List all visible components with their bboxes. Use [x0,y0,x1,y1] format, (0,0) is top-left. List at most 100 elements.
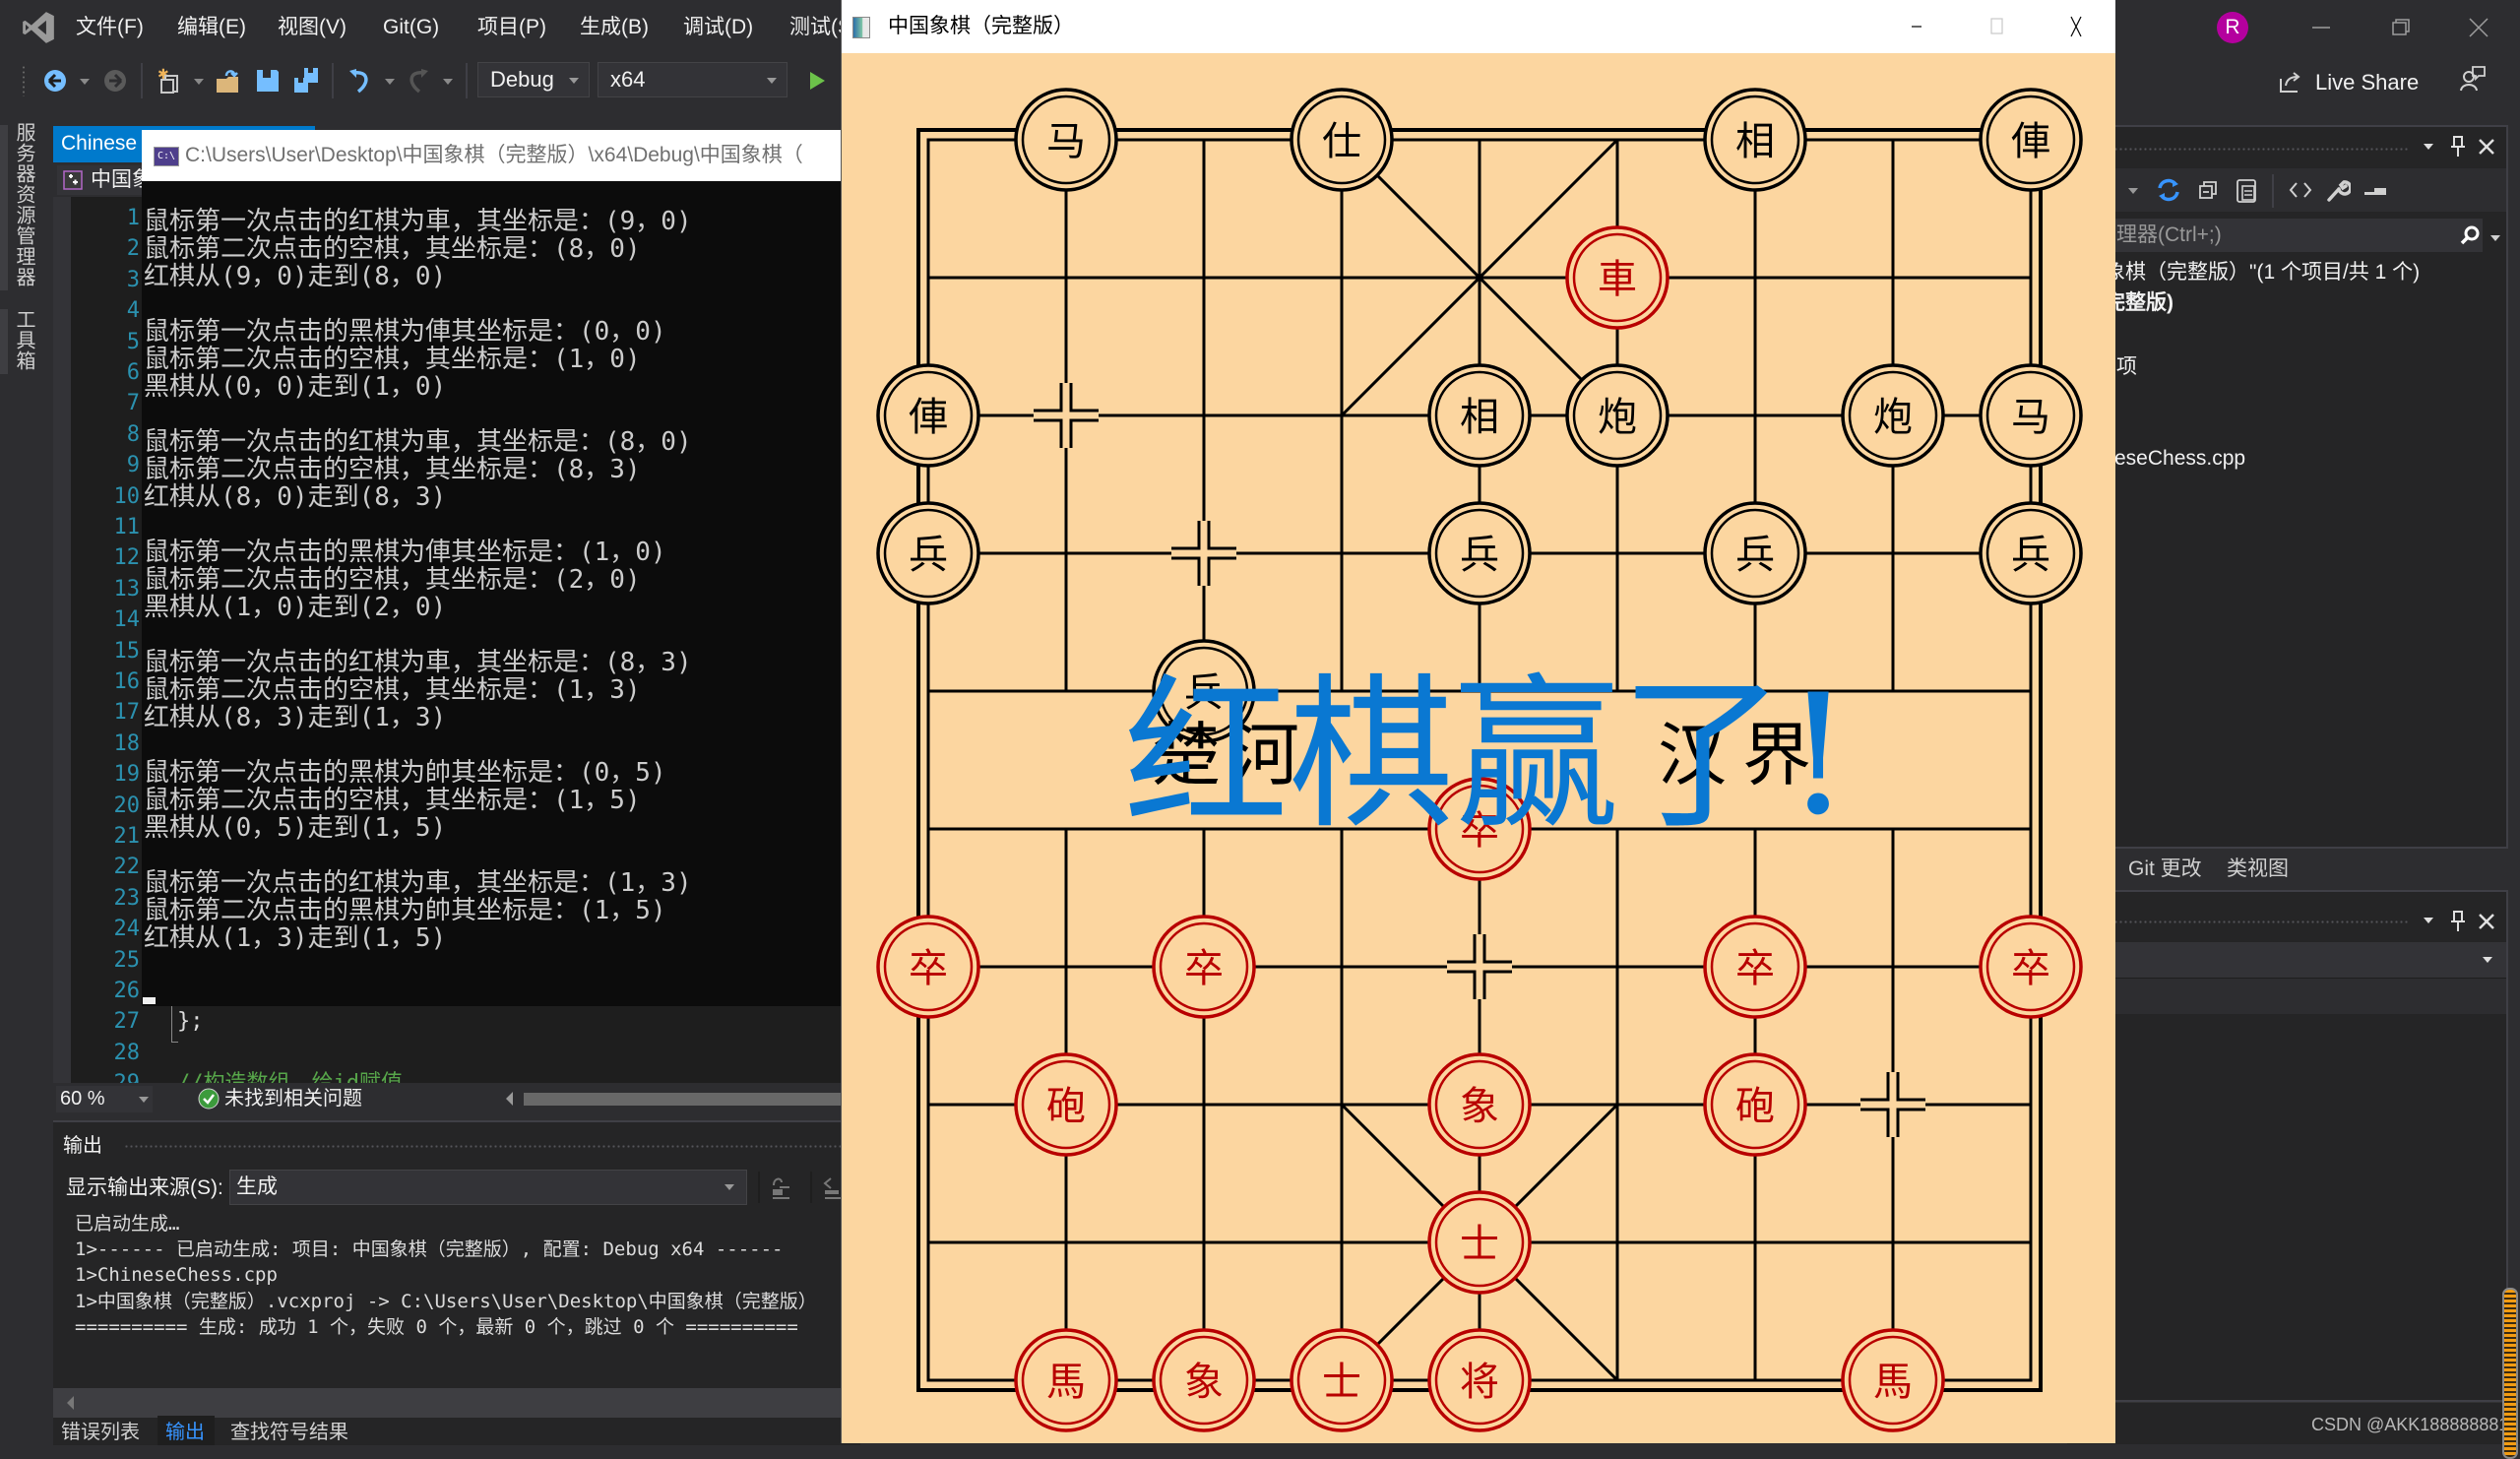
side-tab-server-explorer[interactable]: 服务器资源管理器 [10,122,38,287]
console-output[interactable]: 鼠标第一次点击的红棋为車，其坐标是：(9，0) 鼠标第二次点击的空棋，其坐标是：(… [142,181,890,1006]
chess-board[interactable]: 马仕相俥俥相炮炮马兵兵兵兵兵車卒卒卒卒卒砲象砲士馬象士将馬楚河汉界红棋赢了! [842,53,2115,1443]
horizontal-scrollbar[interactable] [524,1093,858,1106]
close-icon[interactable] [2477,912,2496,931]
new-item-button[interactable]: ✱ [156,67,183,95]
zoom-select[interactable]: 60 % [56,1086,153,1112]
new-item-dropdown-icon[interactable] [194,79,204,85]
open-file-button[interactable] [215,67,242,95]
properties-wrench-icon[interactable] [2325,176,2351,204]
menu-git[interactable]: Git(G) [383,13,439,42]
show-all-files-icon[interactable] [2235,176,2260,204]
feedback-button[interactable] [2459,65,2487,93]
chess-piece-black[interactable]: 相 [1703,88,1807,192]
panel-menu-chevron-icon[interactable] [2424,144,2433,150]
tab-output[interactable]: 输出 [158,1416,215,1445]
back-dropdown-icon[interactable] [80,79,90,85]
account-avatar[interactable]: R [2217,12,2248,43]
menu-project[interactable]: 项目(P) [477,13,546,42]
chess-piece-black[interactable]: 兵 [1703,501,1807,605]
sync-icon[interactable] [2156,177,2181,203]
redo-button[interactable] [404,67,431,95]
chess-piece-black[interactable]: 炮 [1841,363,1945,468]
chess-piece-black[interactable]: 俥 [876,363,980,468]
solution-search-input[interactable]: 理器(Ctrl+;) [2069,219,2483,252]
chess-piece-red[interactable]: 車 [1565,225,1670,330]
vs-close-button[interactable] [2459,10,2498,45]
scroll-left-icon[interactable] [67,1396,74,1410]
navigate-back-button[interactable] [41,67,69,95]
tab-git-changes[interactable]: Git 更改 [2128,855,2202,884]
chess-piece-black[interactable]: 兵 [1979,501,2083,605]
close-icon[interactable] [2477,137,2496,157]
panel-menu-chevron-icon[interactable] [2424,918,2433,923]
chess-piece-red[interactable]: 馬 [1014,1328,1118,1432]
save-all-button[interactable] [292,67,320,95]
chess-piece-black[interactable]: 仕 [1290,88,1394,192]
chess-piece-red[interactable]: 砲 [1703,1052,1807,1157]
chess-piece-red[interactable]: 象 [1427,1052,1532,1157]
menu-debug[interactable]: 调试(D) [683,13,753,42]
panel-grip[interactable] [2109,920,2410,924]
output-source-select[interactable]: 生成 [229,1170,747,1205]
chess-piece-black[interactable]: 兵 [876,501,980,605]
side-tab-toolbox[interactable]: 工具箱 [10,309,38,371]
configuration-select[interactable]: Debug [477,62,590,97]
chess-window[interactable]: 中国象棋（完整版） 马仕相俥俥相炮炮马兵兵兵兵兵車卒卒卒卒卒砲象砲士馬象士将馬楚… [841,0,2115,1443]
chess-close-button[interactable] [2047,0,2106,53]
chess-piece-black[interactable]: 俥 [1979,88,2083,192]
console-window[interactable]: C:\ C:\Users\User\Desktop\中国象棋（完整版）\x64\… [142,130,890,1006]
vs-restore-button[interactable] [2380,10,2420,45]
output-text-area[interactable]: 已启动生成… 1>------ 已启动生成: 项目: 中国象棋（完整版）, 配置:… [53,1211,860,1388]
tab-find-symbol-results[interactable]: 查找符号结果 [230,1420,348,1445]
chess-titlebar[interactable]: 中国象棋（完整版） [842,0,2115,53]
output-horizontal-scrollbar[interactable] [53,1388,860,1418]
object-select[interactable] [2069,942,2506,979]
redo-dropdown-icon[interactable] [443,79,453,85]
chess-piece-red[interactable]: 士 [1427,1190,1532,1295]
chess-piece-black[interactable]: 相 [1427,363,1532,468]
chess-piece-red[interactable]: 士 [1290,1328,1394,1432]
chess-minimize-button[interactable] [1887,0,1946,53]
chess-piece-red[interactable]: 卒 [1703,915,1807,1019]
start-debugging-button[interactable] [805,69,829,93]
chess-piece-red[interactable]: 砲 [1014,1052,1118,1157]
view-code-icon[interactable] [2288,178,2313,202]
pin-icon[interactable] [2449,910,2467,933]
live-share-button[interactable]: Live Share [2278,67,2426,98]
chess-piece-black[interactable]: 兵 [1427,501,1532,605]
tab-class-view[interactable]: 类视图 [2227,855,2289,884]
collapse-all-icon[interactable] [2197,178,2221,202]
preview-icon[interactable] [2362,182,2388,200]
chess-client-area[interactable]: 马仕相俥俥相炮炮马兵兵兵兵兵車卒卒卒卒卒砲象砲士馬象士将馬楚河汉界红棋赢了! [842,53,2115,1443]
toolbar-grip[interactable] [21,65,27,96]
tab-error-list[interactable]: 错误列表 [61,1420,140,1445]
chevron-down-icon[interactable] [2128,188,2138,194]
menu-edit[interactable]: 编辑(E) [177,13,246,42]
menu-build[interactable]: 生成(B) [580,13,649,42]
go-to-previous-message-icon[interactable] [768,1174,793,1201]
vs-minimize-button[interactable] [2301,10,2341,45]
panel-grip[interactable] [2109,147,2410,152]
search-options-chevron-icon[interactable] [2490,235,2500,241]
navigate-forward-button[interactable] [101,67,129,95]
issues-status[interactable]: 未找到相关问题 [224,1083,362,1114]
pin-icon[interactable] [2449,135,2467,159]
undo-dropdown-icon[interactable] [385,79,395,85]
chess-piece-red[interactable]: 卒 [876,915,980,1019]
menu-view[interactable]: 视图(V) [278,13,346,42]
save-button[interactable] [254,67,282,95]
chess-piece-black[interactable]: 马 [1014,88,1118,192]
chess-piece-red[interactable]: 象 [1152,1328,1256,1432]
undo-button[interactable] [346,67,374,95]
menu-file[interactable]: 文件(F) [76,13,144,42]
chess-piece-black[interactable]: 马 [1979,363,2083,468]
chess-piece-red[interactable]: 卒 [1979,915,2083,1019]
chess-piece-red[interactable]: 将 [1427,1328,1532,1432]
chess-piece-black[interactable]: 炮 [1565,363,1670,468]
platform-select[interactable]: x64 [598,62,788,97]
scroll-indicator[interactable] [2502,1288,2518,1459]
panel-grip[interactable] [124,1144,872,1149]
scroll-left-icon[interactable] [506,1092,513,1106]
chess-piece-red[interactable]: 馬 [1841,1328,1945,1432]
chess-piece-red[interactable]: 卒 [1152,915,1256,1019]
